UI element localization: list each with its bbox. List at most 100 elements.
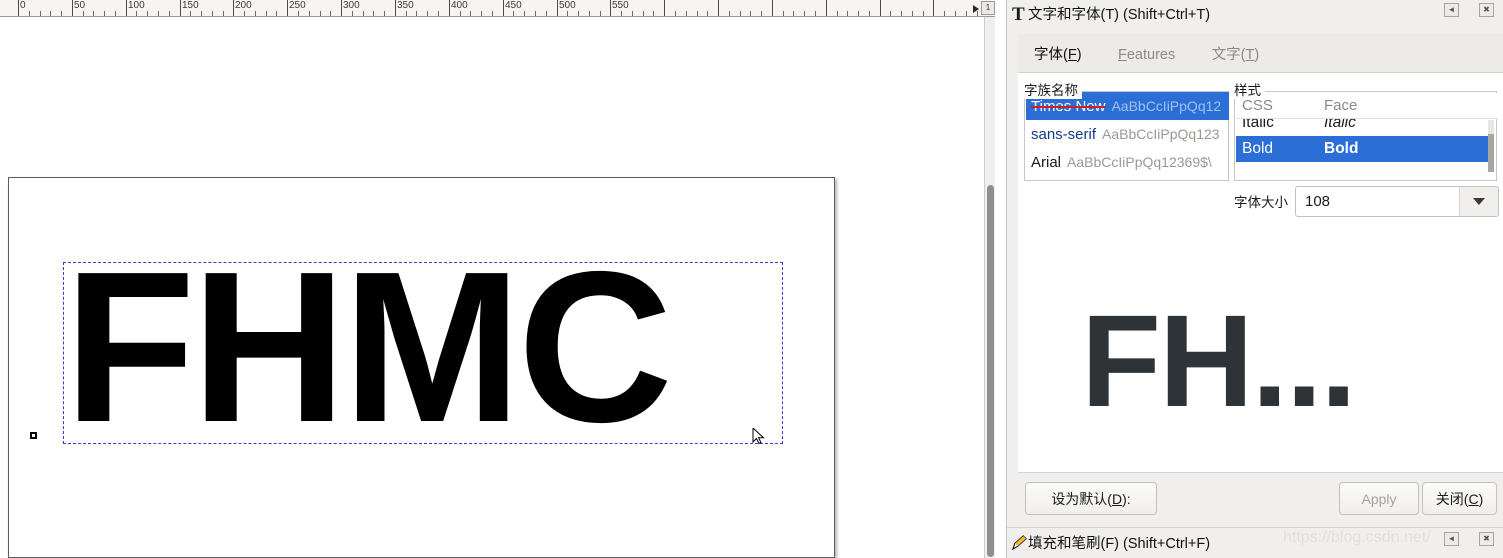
ruler-minor-tick: [190, 11, 191, 16]
ruler-minor-tick: [901, 11, 902, 16]
panel-footer: 设为默认(D): Apply 关闭(C): [1018, 474, 1503, 524]
ruler-minor-tick: [406, 11, 407, 16]
ruler-label: 200: [235, 0, 252, 11]
ruler-minor-tick: [686, 11, 687, 16]
ruler-label: 350: [397, 0, 414, 11]
fill-panel-close-icon[interactable]: ✖: [1479, 532, 1494, 546]
ruler-minor-tick: [438, 11, 439, 16]
ruler-minor-tick: [890, 11, 891, 16]
text-and-font-panel-titlebar: T 文字和字体(T) (Shift+Ctrl+T) ◄ ✖: [1007, 0, 1503, 31]
tab-text[interactable]: 文字(T): [1196, 34, 1276, 74]
ruler-minor-tick: [320, 11, 321, 16]
document-page[interactable]: FHMC: [8, 177, 835, 558]
ruler-minor-tick: [578, 11, 579, 16]
tab-font-accel: F: [1067, 47, 1077, 63]
tab-text-label-pre: 文字(: [1211, 47, 1246, 63]
canvas-area[interactable]: 0 50 100 150 200 250 300 350 400 450 500 550 1 FHMC: [0, 0, 995, 558]
ruler-minor-tick: [298, 11, 299, 16]
font-size-input[interactable]: 108: [1296, 193, 1330, 210]
ruler-minor-tick: [169, 11, 170, 16]
canvas-vertical-scrollbar[interactable]: [984, 17, 995, 558]
horizontal-ruler[interactable]: 0 50 100 150 200 250 300 350 400 450 500 550 1: [0, 0, 995, 17]
apply-button[interactable]: Apply: [1339, 482, 1419, 515]
ruler-label: 300: [343, 0, 360, 11]
font-style-item-italic[interactable]: Italic Italic: [1236, 119, 1489, 136]
ruler-major-tick: [933, 0, 934, 16]
font-family-name: sans-serif: [1031, 125, 1097, 143]
font-style-list[interactable]: Italic Italic Bold Bold: [1236, 119, 1489, 173]
ruler-minor-tick: [61, 11, 62, 16]
fill-and-stroke-panel-titlebar[interactable]: 填充和笔刷(F) (Shift+Ctrl+F) ◄ ✖: [1007, 527, 1503, 558]
font-style-list-scrollbar-thumb[interactable]: [1488, 134, 1494, 172]
close-accel: C: [1468, 490, 1479, 507]
ruler-minor-tick: [793, 11, 794, 16]
fill-panel-collapse-icon[interactable]: ◄: [1444, 532, 1459, 546]
set-default-post: ):: [1122, 490, 1131, 507]
ruler-major-tick: [718, 0, 719, 16]
font-family-item-sans-serif[interactable]: sans-serif AaBbCcIiPpQq123: [1026, 120, 1229, 148]
font-style-item-bold[interactable]: Bold Bold: [1236, 136, 1489, 162]
font-style-legend: 样式: [1234, 79, 1265, 99]
ruler-minor-tick: [535, 11, 536, 16]
ruler-minor-tick: [330, 11, 331, 16]
set-default-accel: D: [1111, 490, 1123, 507]
font-family-name: Arial: [1031, 153, 1062, 171]
set-as-default-button[interactable]: 设为默认(D):: [1025, 482, 1157, 515]
text-selection-box[interactable]: FHMC: [63, 239, 783, 454]
font-family-list[interactable]: Times New AaBbCcIiPpQq12 sans-serif AaBb…: [1026, 92, 1229, 178]
style-css-value: Italic: [1242, 119, 1274, 131]
ruler-minor-tick: [460, 11, 461, 16]
font-style-list-scrollbar[interactable]: [1488, 120, 1494, 172]
ruler-minor-tick: [363, 11, 364, 16]
ruler-minor-tick: [804, 11, 805, 16]
font-size-dropdown-button[interactable]: [1459, 186, 1498, 216]
ruler-minor-tick: [481, 11, 482, 16]
ruler-corner-button[interactable]: 1: [981, 1, 995, 15]
tab-font[interactable]: 字体(F): [1018, 34, 1098, 77]
ruler-minor-tick: [201, 11, 202, 16]
tab-font-label-post: ): [1076, 47, 1082, 63]
font-family-item-arial[interactable]: Arial AaBbCcIiPpQq12369$\: [1026, 148, 1229, 176]
panel-close-icon[interactable]: ✖: [1479, 3, 1494, 17]
style-face-value: Bold: [1324, 140, 1359, 157]
right-dock: T 文字和字体(T) (Shift+Ctrl+T) ◄ ✖ 字体(F) Feat…: [1006, 0, 1503, 558]
inkscape-window: 0 50 100 150 200 250 300 350 400 450 500 550 1 FHMC…: [0, 0, 1503, 558]
font-preview-text: FH...: [1081, 287, 1357, 434]
ruler-minor-tick: [707, 11, 708, 16]
ruler-minor-tick: [858, 11, 859, 16]
canvas-text-object[interactable]: FHMC: [64, 239, 673, 454]
tab-features-accel: F: [1118, 47, 1127, 63]
ruler-minor-tick: [384, 11, 385, 16]
ruler-minor-tick: [923, 11, 924, 16]
ruler-minor-tick: [93, 11, 94, 16]
style-face-value: Italic: [1324, 119, 1356, 131]
ruler-label: 250: [289, 0, 306, 11]
canvas-vertical-scrollbar-thumb[interactable]: [987, 185, 994, 557]
ruler-minor-tick: [136, 11, 137, 16]
ruler-label: 550: [612, 0, 629, 11]
ruler-scroll-arrow-icon: [973, 5, 979, 13]
font-preview-area[interactable]: FH...: [1019, 223, 1503, 471]
ruler-minor-tick: [158, 11, 159, 16]
ruler-minor-tick: [675, 11, 676, 16]
ruler-minor-tick: [944, 11, 945, 16]
ruler-minor-tick: [244, 11, 245, 16]
ruler-minor-tick: [40, 11, 41, 16]
ruler-minor-tick: [955, 11, 956, 16]
ruler-minor-tick: [266, 11, 267, 16]
panel-collapse-icon[interactable]: ◄: [1444, 3, 1459, 17]
font-family-legend: 字族名称: [1024, 79, 1082, 99]
ruler-minor-tick: [309, 11, 310, 16]
font-size-row: 字体大小 108: [1234, 185, 1499, 217]
ruler-minor-tick: [513, 11, 514, 16]
ruler-minor-tick: [589, 11, 590, 16]
font-family-group: 字族名称 Times New AaBbCcIiPpQq12 sans-serif…: [1024, 79, 1229, 181]
font-family-item-bahnschrift[interactable]: Bahnschrift AaBbCcIiPpQq12: [1026, 176, 1229, 178]
ruler-minor-tick: [815, 11, 816, 16]
text-tool-icon: T: [1012, 4, 1025, 25]
close-button[interactable]: 关闭(C): [1422, 482, 1497, 515]
text-baseline-handle[interactable]: [30, 432, 37, 439]
tab-features[interactable]: Features: [1102, 38, 1191, 73]
font-size-combobox[interactable]: 108: [1295, 185, 1499, 217]
font-family-sample: AaBbCcIiPpQq12369$\: [1067, 154, 1212, 170]
